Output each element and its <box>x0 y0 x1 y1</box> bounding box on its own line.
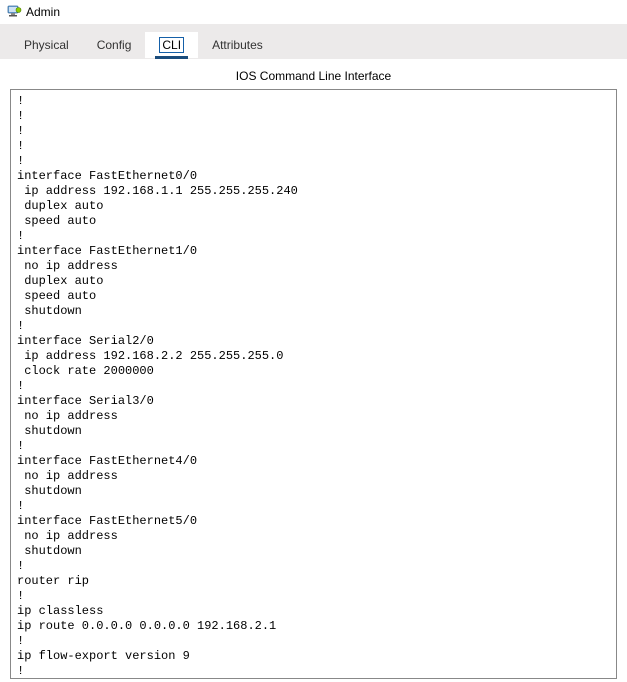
tab-label: CLI <box>159 37 184 53</box>
tab-strip: Physical Config CLI Attributes <box>0 24 627 59</box>
tab-physical[interactable]: Physical <box>10 32 83 58</box>
content-area: IOS Command Line Interface ! ! ! ! ! int… <box>0 59 627 679</box>
tab-cli[interactable]: CLI <box>145 32 198 58</box>
window-title: Admin <box>26 5 60 19</box>
tab-label: Physical <box>24 38 69 52</box>
tab-label: Attributes <box>212 38 263 52</box>
cli-output: ! ! ! ! ! interface FastEthernet0/0 ip a… <box>17 94 610 679</box>
pc-icon <box>6 4 22 20</box>
tab-label: Config <box>97 38 132 52</box>
tab-attributes[interactable]: Attributes <box>198 32 277 58</box>
cli-title: IOS Command Line Interface <box>10 59 617 89</box>
title-bar: Admin <box>0 0 627 24</box>
tab-config[interactable]: Config <box>83 32 146 58</box>
cli-terminal[interactable]: ! ! ! ! ! interface FastEthernet0/0 ip a… <box>10 89 617 679</box>
